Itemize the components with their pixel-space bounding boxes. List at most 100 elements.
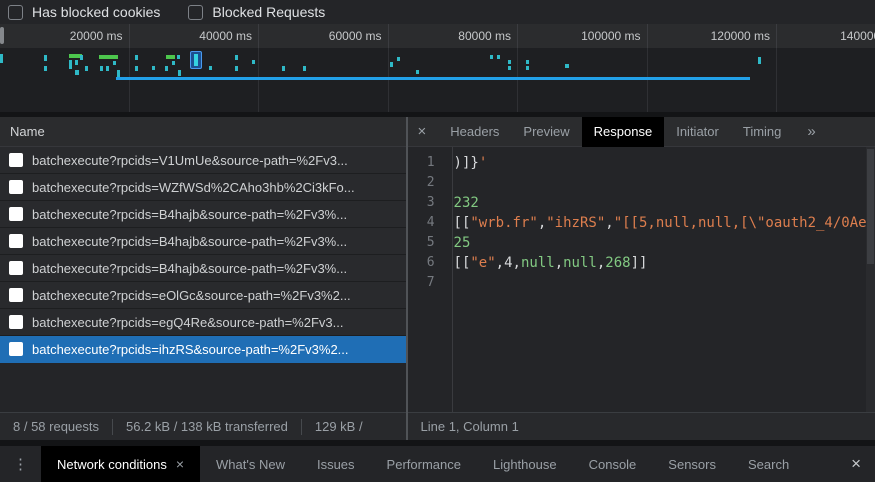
cursor-position-label: Line 1, Column 1 bbox=[421, 419, 519, 434]
code-token: null bbox=[521, 255, 555, 271]
request-row[interactable]: batchexecute?rpcids=eOlGc&source-path=%2… bbox=[0, 282, 406, 309]
drawer-tab-console[interactable]: Console bbox=[573, 446, 653, 482]
drawer-tab-issues[interactable]: Issues bbox=[301, 446, 371, 482]
code-line: 7 bbox=[408, 273, 875, 293]
code-token: "[[5,null,null,[\"oauth2_4/0Aea bbox=[614, 215, 875, 231]
timeline-tick-label: 100000 ms bbox=[518, 24, 648, 48]
timeline-tick-label: 20000 ms bbox=[0, 24, 130, 48]
line-content bbox=[444, 173, 454, 193]
timeline-gridline-cell bbox=[389, 48, 519, 112]
tab-headers[interactable]: Headers bbox=[438, 117, 511, 147]
drawer-tab-search[interactable]: Search bbox=[732, 446, 805, 482]
drawer-tab-network-conditions[interactable]: Network conditions× bbox=[41, 446, 200, 482]
line-content: 25 bbox=[444, 233, 471, 253]
document-icon bbox=[9, 153, 23, 167]
code-line: 6[["e",4,null,null,268]] bbox=[408, 253, 875, 273]
line-number: 4 bbox=[408, 213, 444, 233]
tab-timing[interactable]: Timing bbox=[731, 117, 794, 147]
request-row[interactable]: batchexecute?rpcids=B4hajb&source-path=%… bbox=[0, 228, 406, 255]
waterfall-overview[interactable]: 20000 ms40000 ms60000 ms80000 ms100000 m… bbox=[0, 24, 875, 112]
close-tab-icon[interactable]: × bbox=[176, 456, 184, 472]
timeline-tick-label: 120000 ms bbox=[648, 24, 778, 48]
vertical-scrollbar-thumb[interactable] bbox=[867, 149, 874, 264]
request-row[interactable]: batchexecute?rpcids=WZfWSd%2CAho3hb%2Ci3… bbox=[0, 174, 406, 201]
drawer-tab-what-s-new[interactable]: What's New bbox=[200, 446, 301, 482]
request-table-panel: Name batchexecute?rpcids=V1UmUe&source-p… bbox=[0, 117, 406, 440]
drawer-menu-icon[interactable]: ⋮ bbox=[0, 446, 41, 482]
line-number: 6 bbox=[408, 253, 444, 273]
timeline-body-grid[interactable] bbox=[0, 48, 875, 112]
timeline-gridline-cell bbox=[518, 48, 648, 112]
name-column-header[interactable]: Name bbox=[0, 117, 406, 147]
tab-preview[interactable]: Preview bbox=[511, 117, 581, 147]
code-token: ' bbox=[479, 155, 487, 171]
devtools-network-panel: { "filter_bar": { "checkboxes": [ { "lab… bbox=[0, 0, 875, 482]
tab-response[interactable]: Response bbox=[582, 117, 665, 147]
checkbox-icon[interactable] bbox=[8, 5, 23, 20]
line-content: )]}' bbox=[444, 153, 488, 173]
checkbox-blocked-requests[interactable]: Blocked Requests bbox=[188, 4, 325, 20]
line-number: 3 bbox=[408, 193, 444, 213]
request-row[interactable]: batchexecute?rpcids=B4hajb&source-path=%… bbox=[0, 201, 406, 228]
timeline-gridline-cell bbox=[648, 48, 778, 112]
document-icon bbox=[9, 342, 23, 356]
code-line: 525 bbox=[408, 233, 875, 253]
drawer-tab-sensors[interactable]: Sensors bbox=[652, 446, 732, 482]
code-token: "wrb.fr" bbox=[470, 215, 537, 231]
code-token: )]} bbox=[454, 155, 479, 171]
timeline-tick-label: 40000 ms bbox=[130, 24, 260, 48]
drawer-tab-performance[interactable]: Performance bbox=[371, 446, 477, 482]
checkbox-label: Has blocked cookies bbox=[32, 4, 160, 20]
request-row[interactable]: batchexecute?rpcids=egQ4Re&source-path=%… bbox=[0, 309, 406, 336]
document-icon bbox=[9, 207, 23, 221]
line-number: 7 bbox=[408, 273, 444, 293]
code-lines: 1)]}'232324[["wrb.fr","ihzRS","[[5,null,… bbox=[408, 147, 875, 293]
request-name-label: batchexecute?rpcids=eOlGc&source-path=%2… bbox=[32, 288, 351, 303]
document-icon bbox=[9, 315, 23, 329]
timeline-tick-label: 80000 ms bbox=[389, 24, 519, 48]
code-token: 25 bbox=[454, 235, 471, 251]
request-row[interactable]: batchexecute?rpcids=ihzRS&source-path=%2… bbox=[0, 336, 406, 363]
filter-bar: Has blocked cookies Blocked Requests bbox=[0, 0, 875, 24]
close-drawer-icon[interactable]: × bbox=[837, 446, 875, 482]
drawer-tabs: Network conditions×What's NewIssuesPerfo… bbox=[41, 446, 837, 482]
editor-statusbar: Line 1, Column 1 bbox=[408, 412, 875, 440]
document-icon bbox=[9, 288, 23, 302]
code-token: "e" bbox=[470, 255, 495, 271]
summary-separator bbox=[301, 419, 302, 435]
code-line: 3 232 bbox=[408, 193, 875, 213]
timeline-gridline-cell bbox=[0, 48, 130, 112]
vertical-scrollbar[interactable] bbox=[866, 147, 875, 424]
code-token: "ihzRS" bbox=[546, 215, 605, 231]
response-editor[interactable]: 1)]}'232324[["wrb.fr","ihzRS","[[5,null,… bbox=[408, 147, 875, 440]
timeline-gridline-cell bbox=[130, 48, 260, 112]
code-token: , bbox=[555, 255, 563, 271]
name-column-label: Name bbox=[10, 124, 45, 139]
timeline-gridline-cell bbox=[777, 48, 875, 112]
request-name-label: batchexecute?rpcids=V1UmUe&source-path=%… bbox=[32, 153, 348, 168]
code-line: 2 bbox=[408, 173, 875, 193]
line-number: 2 bbox=[408, 173, 444, 193]
request-row[interactable]: batchexecute?rpcids=B4hajb&source-path=%… bbox=[0, 255, 406, 282]
checkbox-icon[interactable] bbox=[188, 5, 203, 20]
drawer-tab-lighthouse[interactable]: Lighthouse bbox=[477, 446, 573, 482]
code-token: 232 bbox=[454, 195, 479, 211]
request-name-label: batchexecute?rpcids=egQ4Re&source-path=%… bbox=[32, 315, 343, 330]
request-name-label: batchexecute?rpcids=B4hajb&source-path=%… bbox=[32, 234, 347, 249]
timeline-scale: 20000 ms40000 ms60000 ms80000 ms100000 m… bbox=[0, 24, 875, 48]
more-tabs-icon[interactable]: » bbox=[807, 123, 815, 140]
document-icon bbox=[9, 180, 23, 194]
detail-tabbar: × HeadersPreviewResponseInitiatorTiming … bbox=[408, 117, 875, 147]
request-list: batchexecute?rpcids=V1UmUe&source-path=%… bbox=[0, 147, 406, 412]
summary-separator bbox=[112, 419, 113, 435]
code-token: [[ bbox=[454, 215, 471, 231]
request-row[interactable]: batchexecute?rpcids=V1UmUe&source-path=%… bbox=[0, 147, 406, 174]
code-token: , bbox=[605, 215, 613, 231]
line-content: 232 bbox=[444, 193, 479, 213]
close-details-icon[interactable]: × bbox=[418, 123, 427, 140]
tab-initiator[interactable]: Initiator bbox=[664, 117, 731, 147]
checkbox-label: Blocked Requests bbox=[212, 4, 325, 20]
checkbox-has-blocked-cookies[interactable]: Has blocked cookies bbox=[8, 4, 160, 20]
code-line: 1)]}' bbox=[408, 153, 875, 173]
line-content: [["wrb.fr","ihzRS","[[5,null,null,[\"oau… bbox=[444, 213, 875, 233]
